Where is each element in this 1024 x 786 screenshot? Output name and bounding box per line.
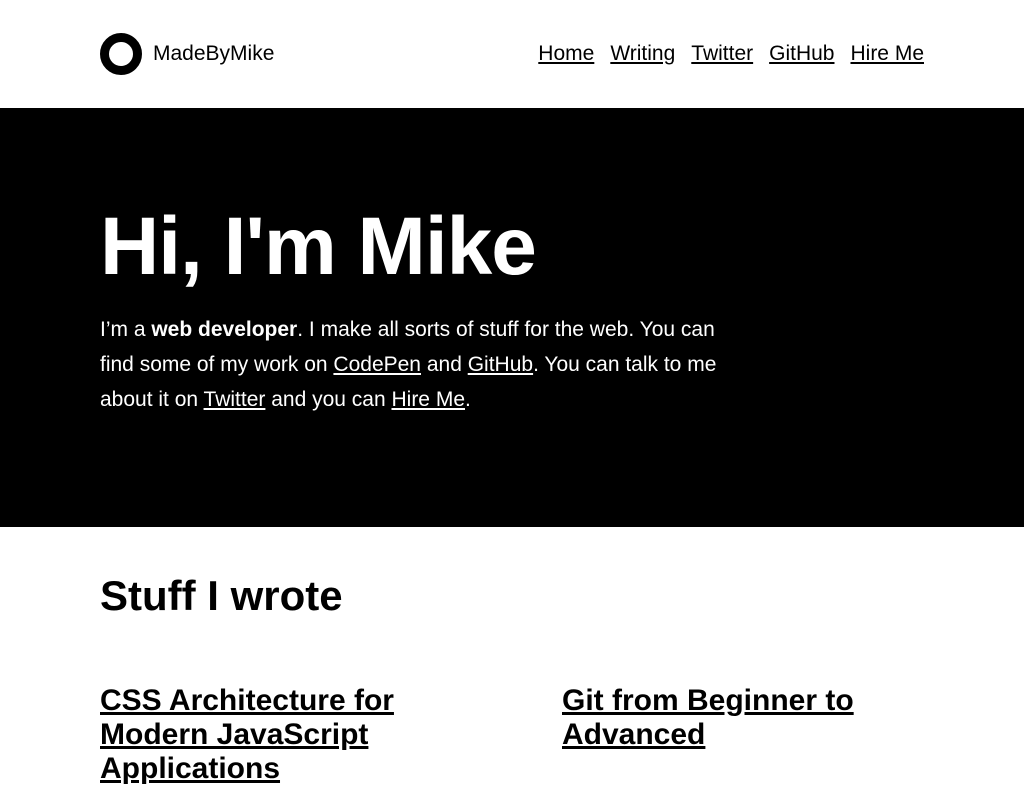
intro-and2: and you can [265, 388, 392, 411]
nav-writing[interactable]: Writing [610, 40, 675, 68]
intro-role: web developer [151, 318, 298, 341]
brand-link[interactable]: MadeByMike [100, 33, 274, 75]
article-item: CSS Architecture for Modern JavaScript A… [100, 684, 440, 786]
nav-github[interactable]: GitHub [769, 40, 834, 68]
nav-home[interactable]: Home [538, 40, 594, 68]
main-nav: Home Writing Twitter GitHub Hire Me [538, 40, 924, 68]
twitter-link[interactable]: Twitter [204, 388, 266, 411]
hero-intro: I’m a web developer. I make all sorts of… [100, 312, 730, 417]
hire-me-link[interactable]: Hire Me [391, 388, 465, 411]
intro-prefix: I’m a [100, 318, 152, 341]
logo-ring-icon [100, 33, 142, 75]
intro-and1: and [421, 353, 468, 376]
github-link[interactable]: GitHub [468, 353, 533, 376]
nav-twitter[interactable]: Twitter [691, 40, 753, 68]
intro-end: . [465, 388, 471, 411]
hero-section: Hi, I'm Mike I’m a web developer. I make… [0, 108, 1024, 527]
hero-title: Hi, I'm Mike [100, 201, 537, 292]
nav-hire-me[interactable]: Hire Me [850, 40, 924, 68]
article-link-css-architecture[interactable]: CSS Architecture for Modern JavaScript A… [100, 684, 394, 785]
article-link-git-beginner[interactable]: Git from Beginner to Advanced [562, 684, 854, 751]
brand-name: MadeByMike [153, 42, 275, 65]
site-header: MadeByMike Home Writing Twitter GitHub H… [0, 0, 1024, 108]
codepen-link[interactable]: CodePen [333, 353, 421, 376]
article-item: Git from Beginner to Advanced [562, 684, 902, 752]
articles-section-title: Stuff I wrote [100, 572, 343, 619]
